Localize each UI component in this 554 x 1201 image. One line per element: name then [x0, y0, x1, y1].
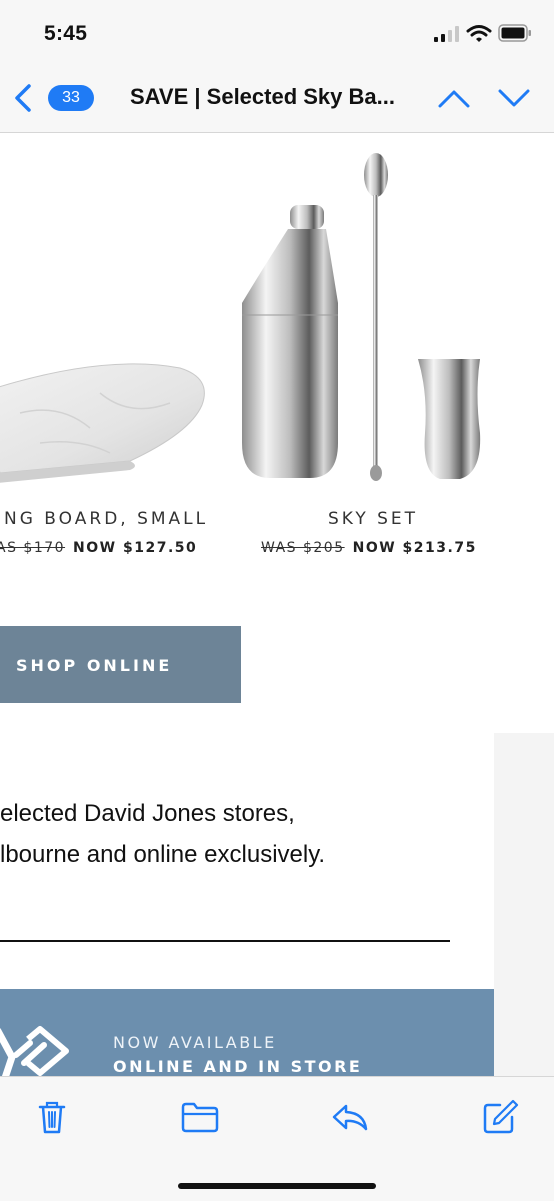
compose-icon[interactable] — [480, 1097, 520, 1137]
email-body: ING BOARD, SMALL AS $170 NOW $127.50 SKY … — [0, 133, 554, 1076]
home-indicator[interactable] — [178, 1183, 376, 1189]
status-bar: 5:45 — [0, 0, 554, 62]
banner-line-2: ONLINE AND IN STORE — [113, 1057, 363, 1076]
product-name-serving-board: ING BOARD, SMALL — [0, 509, 209, 529]
status-time: 5:45 — [44, 22, 88, 45]
chevron-left-icon — [15, 84, 31, 112]
product-name-sky-set: SKY SET — [328, 509, 419, 529]
was-price: AS $170 — [0, 540, 66, 556]
sky-set-product-image[interactable] — [230, 143, 500, 493]
unread-count-badge: 33 — [48, 85, 94, 111]
shop-online-button[interactable]: SHOP ONLINE — [0, 626, 241, 703]
body-text-line-2: lbourne and online exclusively. — [0, 841, 326, 868]
cellular-signal-icon — [434, 26, 459, 42]
divider — [0, 940, 450, 942]
folder-icon[interactable] — [180, 1097, 220, 1137]
previous-message-chevron-up-icon[interactable] — [437, 86, 471, 110]
availability-banner[interactable]: NOW AVAILABLE ONLINE AND IN STORE — [0, 989, 494, 1076]
now-price: NOW $213.75 — [352, 540, 477, 556]
wifi-icon — [466, 25, 492, 42]
message-subject-title: SAVE | Selected Sky Ba... — [130, 84, 395, 109]
email-margin — [494, 733, 554, 1076]
reply-icon[interactable] — [330, 1097, 370, 1137]
serving-board-product-image[interactable] — [0, 343, 210, 493]
was-price: WAS $205 — [261, 540, 345, 556]
product-price-serving-board: AS $170 NOW $127.50 — [0, 540, 197, 556]
back-button[interactable]: 33 — [8, 79, 94, 115]
battery-icon — [498, 24, 531, 42]
next-message-chevron-down-icon[interactable] — [497, 86, 531, 110]
sky-logo-icon — [0, 1026, 69, 1076]
shop-online-label: SHOP ONLINE — [16, 656, 173, 675]
trash-icon[interactable] — [32, 1097, 72, 1137]
banner-line-1: NOW AVAILABLE — [113, 1033, 277, 1052]
body-text-line-1: elected David Jones stores, — [0, 800, 295, 827]
now-price: NOW $127.50 — [73, 540, 198, 556]
product-price-sky-set: WAS $205 NOW $213.75 — [261, 540, 477, 556]
